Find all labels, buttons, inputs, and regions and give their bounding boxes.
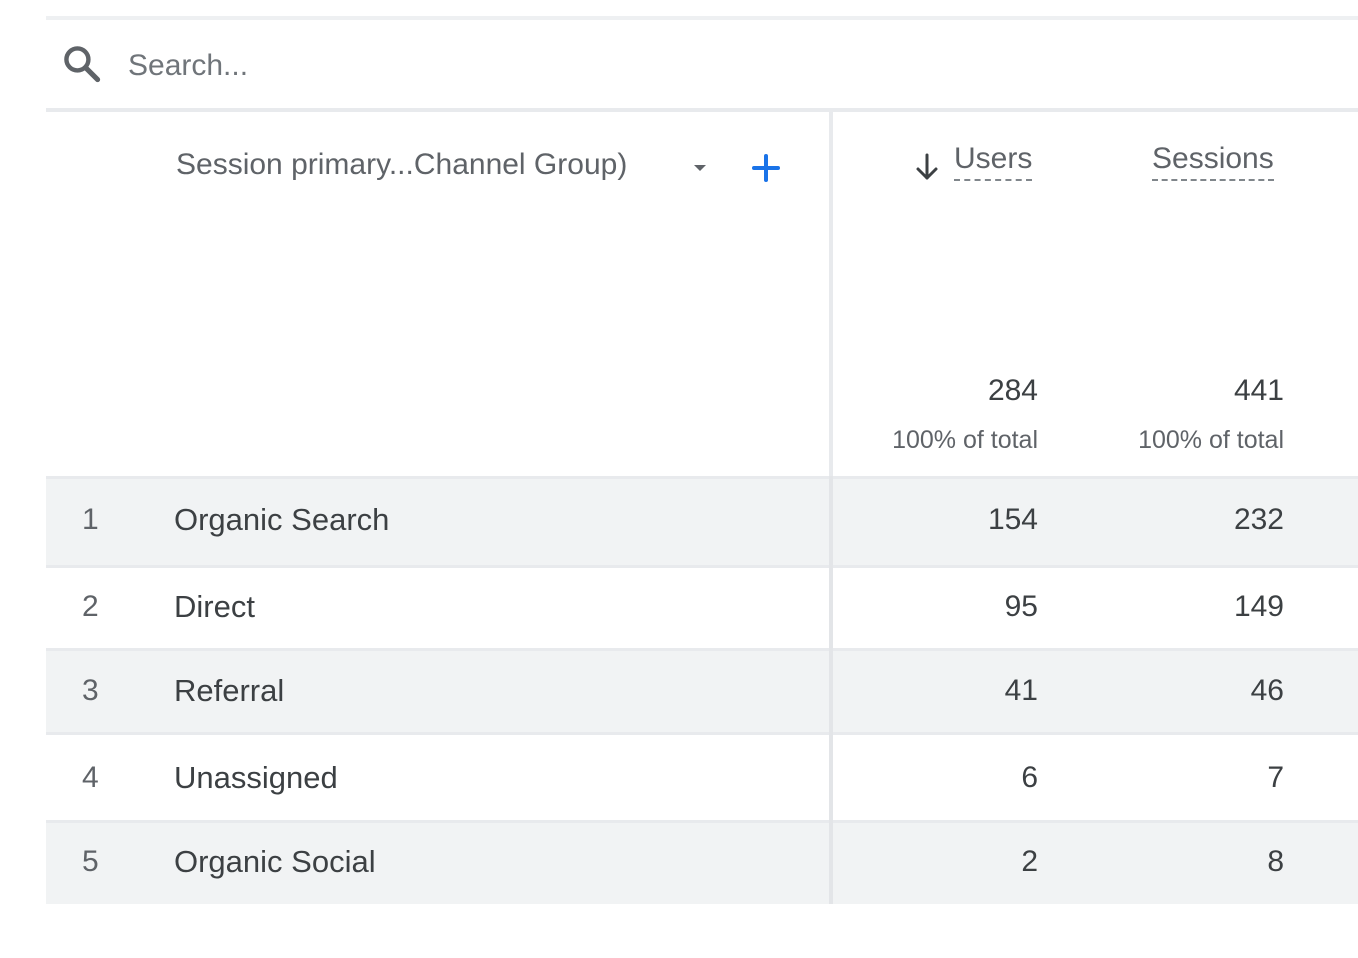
users-value: 95 [1004,590,1038,623]
users-value: 41 [1004,674,1038,707]
table-row[interactable]: 1 Organic Search 154 232 [46,479,1358,565]
header-divider [46,108,1358,112]
search-bar [46,24,1358,108]
table-row[interactable]: 4 Unassigned 6 7 [46,735,1358,820]
channel-name: Organic Social [174,844,376,879]
sessions-value: 8 [1267,845,1284,878]
sessions-value: 46 [1250,674,1284,707]
users-value: 154 [987,503,1038,536]
row-index: 1 [82,503,99,536]
search-icon[interactable] [60,42,104,86]
row-index: 2 [82,590,99,623]
metric-header-sessions[interactable]: Sessions [1152,142,1274,181]
dimension-header-label[interactable]: Session primary...Channel Group) [176,148,627,182]
table-row[interactable]: 2 Direct 95 149 [46,568,1358,648]
search-input[interactable] [128,44,828,88]
channel-name: Direct [174,589,255,624]
channel-name: Organic Search [174,502,390,537]
column-divider [829,476,833,904]
users-total-percent: 100% of total [892,426,1038,454]
table-row[interactable]: 3 Referral 41 46 [46,651,1358,732]
arrow-down-icon[interactable] [912,150,942,184]
row-index: 4 [82,761,99,794]
metric-header-label: Sessions [1152,142,1274,181]
report-table-card: Session primary...Channel Group) Users S… [0,0,1358,958]
arrow-drop-down-icon[interactable] [690,160,710,176]
sessions-value: 7 [1267,761,1284,794]
sessions-total: 441 [1233,374,1284,407]
sessions-value: 232 [1233,503,1284,536]
channel-name: Referral [174,673,285,708]
top-divider [46,16,1358,20]
users-value: 2 [1021,845,1038,878]
channel-name: Unassigned [174,760,338,795]
sessions-value: 149 [1233,590,1284,623]
metric-header-users[interactable]: Users [954,142,1033,181]
plus-icon[interactable] [746,148,786,188]
sessions-total-percent: 100% of total [1138,426,1284,454]
row-index: 5 [82,845,99,878]
table-row[interactable]: 5 Organic Social 2 8 [46,823,1358,904]
row-index: 3 [82,674,99,707]
users-value: 6 [1021,761,1038,794]
users-total: 284 [987,374,1038,407]
metric-header-label: Users [954,142,1033,181]
